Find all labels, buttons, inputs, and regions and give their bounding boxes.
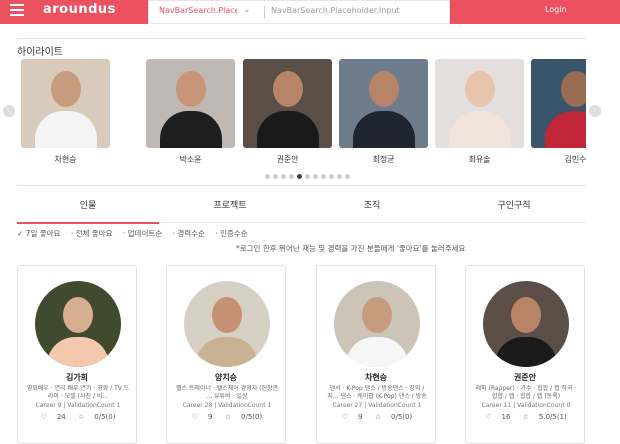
highlight-card[interactable]: 권준안 [243,59,332,164]
person-stats: ♡ 24 ☆ 0/5(0) [26,413,130,421]
person-name: 차현승 [364,373,388,382]
person-stats: ♡ 16 ☆ 5.0/5(1) [474,413,578,421]
person-career: Career 28 | ValidationCount 1 [182,402,272,409]
person-name: 권준안 [513,373,537,382]
person-tags: 래퍼 (Rapper) · 가수 · 힙합 / 랩 작곡 · 힙합 / 랩 · … [475,385,577,400]
highlight-card[interactable]: 최유솔 [435,59,524,164]
person-card[interactable]: 차현승 댄서 · K-Pop 댄스 / 방송댄스 · 창의 / 지... 댄스 … [316,265,436,444]
highlight-photo [146,59,235,148]
highlights-carousel: 차현승 박소윤 권준안 최정균 최유솔 김민수 [21,59,586,164]
person-career: Career 11 | ValidationCount 0 [481,402,571,409]
highlight-name: 차현승 [54,155,77,164]
avatar [184,281,270,367]
carousel-dot[interactable] [289,174,294,179]
person-tags: 헬스 트레이너 · 헬스체어 경영자 (헌장관 ... 유튜버 · 일상 [175,385,279,400]
carousel-prev-arrow-icon[interactable]: ‹ [3,105,15,117]
tab-projects[interactable]: 프로젝트 [159,198,301,211]
login-notice: *로그인 한후 뛰어난 재능 및 경력을 가진 분들에게 '좋아요'를 눌러주세… [236,244,466,253]
heart-icon[interactable]: ♡ [342,413,348,421]
carousel-dot[interactable] [345,174,350,179]
divider [17,38,585,39]
star-icon: ☆ [374,413,382,421]
highlight-photo [435,59,524,148]
highlight-name: 최정균 [372,155,395,164]
carousel-next-arrow-icon[interactable]: › [589,105,601,117]
like-count: 9 [208,413,213,421]
carousel-dot[interactable] [321,174,326,179]
star-icon: ☆ [77,413,85,421]
search-input[interactable]: NavBarSearch.Placeholder.Input [271,6,400,15]
person-card[interactable]: 권준안 래퍼 (Rapper) · 가수 · 힙합 / 랩 작곡 · 힙합 / … [465,265,585,444]
filter-7day-likes[interactable]: ✓ 7일 좋아요 [17,229,60,238]
carousel-dot[interactable] [305,174,310,179]
star-icon: ☆ [522,413,529,421]
carousel-dot[interactable] [313,174,318,179]
highlight-card[interactable]: 김민수 [531,59,586,164]
person-card[interactable]: 김가희 영화배우 · 연극 배우 연기 · 영화 / TV 드라마 · 모델 (… [17,265,137,444]
like-count: 16 [501,413,511,421]
heart-icon[interactable]: ♡ [192,413,198,421]
filter-validation[interactable]: · 인증수순 [215,229,247,238]
person-name: 김가희 [65,373,89,382]
chevron-down-icon[interactable]: ⌄ [243,5,251,15]
filter-career[interactable]: · 경력수순 [173,229,205,238]
person-stats: ♡ 9 ☆ 0/5(0) [175,413,279,421]
carousel-dot[interactable] [265,174,270,179]
highlights-title: 하이라이트 [17,47,63,58]
filter-all-likes[interactable]: · 전체 좋아요 [71,229,113,238]
person-stats: ♡ 9 ☆ 0/5(0) [325,413,429,421]
menu-icon[interactable] [10,4,24,17]
rating: 0/5(0) [391,413,413,421]
like-count: 9 [358,413,363,421]
active-tab-indicator [17,222,159,224]
logo[interactable]: aroundus [43,2,116,17]
rating: 0/5(0) [241,413,263,421]
person-card[interactable]: 양치승 헬스 트레이너 · 헬스체어 경영자 (헌장관 ... 유튜버 · 일상… [166,265,286,444]
highlight-card[interactable]: 최정균 [339,59,428,164]
highlight-name: 최유솔 [468,155,491,164]
avatar [35,281,121,367]
rating: 0/5(0) [94,413,116,421]
sort-filters: ✓ 7일 좋아요 · 전체 좋아요 · 업데이트순 · 경력수순 · 인증수순 [17,228,256,239]
highlight-name: 김민수 [564,155,586,164]
search-bar: NavBarSearch.Placehol... ⌄ NavBarSearch.… [148,0,450,24]
carousel-pagination [265,174,353,180]
carousel-dot[interactable] [337,174,342,179]
carousel-dot[interactable] [281,174,286,179]
highlight-card[interactable]: 박소윤 [146,59,235,164]
carousel-dot[interactable] [297,174,302,179]
person-career: Career 9 | ValidationCount 1 [35,402,121,409]
category-tabs: 인물 프로젝트 조직 구인구직 [17,198,585,224]
avatar [483,281,569,367]
carousel-dot[interactable] [329,174,334,179]
tab-organizations[interactable]: 조직 [301,198,443,211]
person-tags: 댄서 · K-Pop 댄스 / 방송댄스 · 창의 / 지... 댄스 · 케이… [327,385,427,400]
login-button[interactable]: Login [545,5,567,14]
rating: 5.0/5(1) [538,413,567,421]
carousel-dot[interactable] [273,174,278,179]
highlight-photo [243,59,332,148]
highlight-name: 권준안 [276,155,299,164]
search-category-select[interactable]: NavBarSearch.Placehol... [159,6,237,15]
person-tags: 영화배우 · 연극 배우 연기 · 영화 / TV 드라마 · 모델 (사진 /… [26,385,130,400]
highlight-photo [339,59,428,148]
top-navbar: aroundus NavBarSearch.Placehol... ⌄ NavB… [0,0,620,24]
filter-updated[interactable]: · 업데이트순 [123,229,162,238]
highlight-photo [21,59,110,148]
tab-jobs[interactable]: 구인구직 [443,198,585,211]
heart-icon[interactable]: ♡ [485,413,491,421]
tab-people[interactable]: 인물 [17,198,159,211]
heart-icon[interactable]: ♡ [41,413,47,421]
highlight-photo [531,59,586,148]
highlight-name: 박소윤 [179,155,202,164]
star-icon: ☆ [224,413,232,421]
divider [17,185,585,186]
highlight-card[interactable]: 차현승 [21,59,110,164]
like-count: 24 [56,413,66,421]
search-divider [264,6,265,19]
person-name: 양치승 [214,373,238,382]
avatar [334,281,420,367]
person-career: Career 27 | ValidationCount 1 [332,402,422,409]
